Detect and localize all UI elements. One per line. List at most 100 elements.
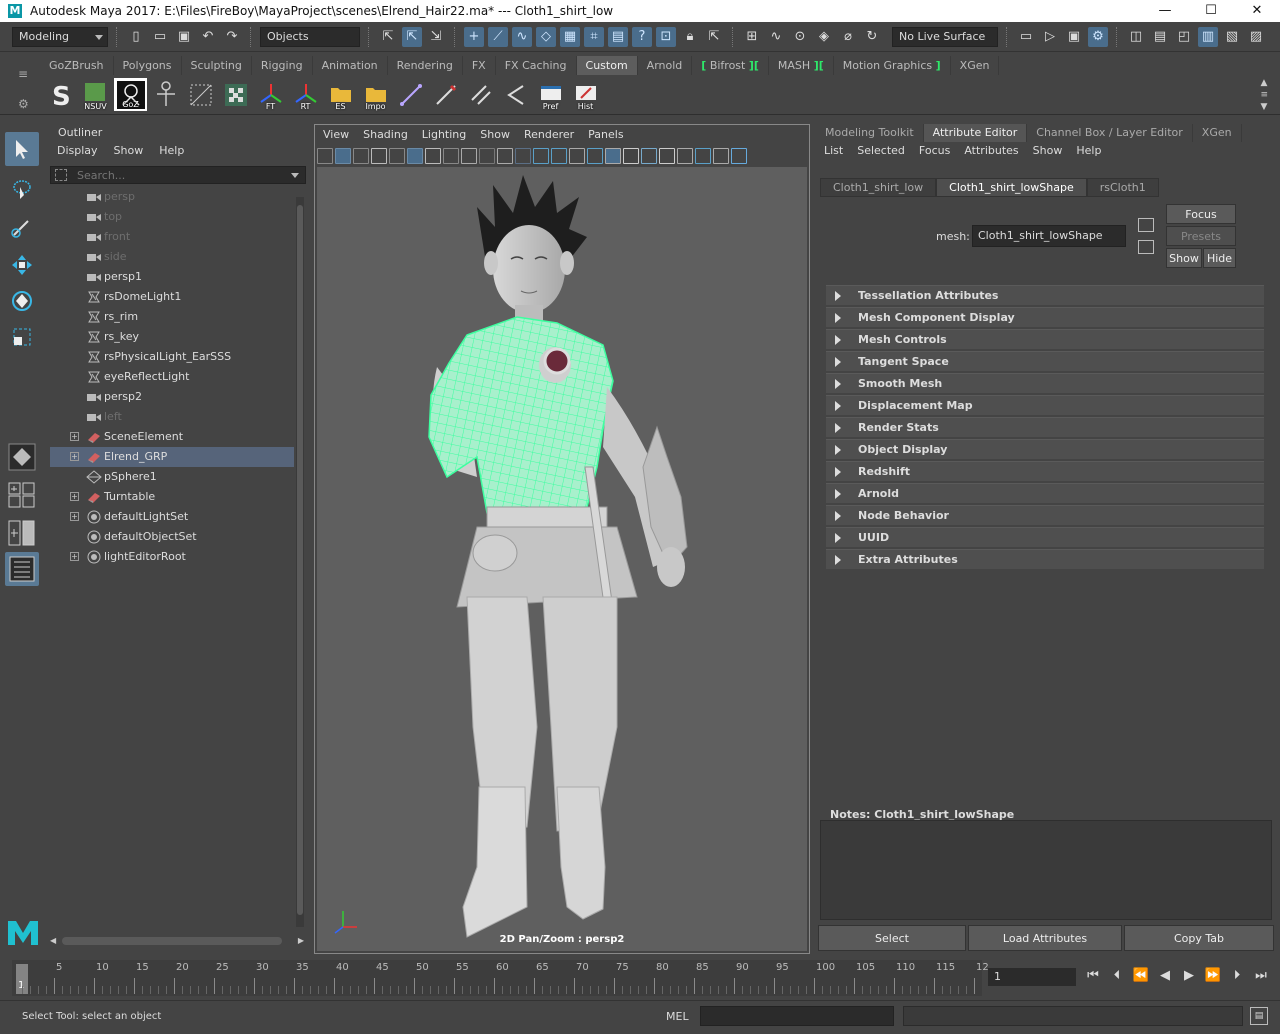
script-editor-icon[interactable]: ▤ [1250, 1007, 1268, 1025]
lock-selection-icon[interactable]: 🔒︎ [680, 27, 700, 47]
shelf-button-impo[interactable]: Impo [359, 78, 392, 111]
minimize-button[interactable]: — [1142, 0, 1188, 22]
load-attributes-button[interactable]: Load Attributes [968, 925, 1122, 951]
viewport-toolbar-icon[interactable] [659, 148, 675, 164]
ae-section[interactable]: Object Display [826, 439, 1264, 459]
shelf-button-s[interactable]: S [44, 78, 77, 111]
select-deform-icon[interactable]: ▦ [560, 26, 580, 47]
outliner-item[interactable]: rs_key [50, 327, 294, 347]
step-forward-icon[interactable]: ⏵ [1228, 966, 1246, 986]
snap-view-icon[interactable]: ◈ [814, 27, 834, 47]
ae-menu-attributes[interactable]: Attributes [964, 144, 1018, 157]
ae-menu-list[interactable]: List [824, 144, 843, 157]
shelf-tab-xgen[interactable]: XGen [951, 56, 1000, 75]
viewport-toolbar-icon[interactable] [623, 148, 639, 164]
ae-section[interactable]: UUID [826, 527, 1264, 547]
side-by-side-layout[interactable] [5, 516, 39, 550]
redo-icon[interactable]: ↷ [222, 27, 242, 47]
live-surface-dropdown[interactable]: No Live Surface [892, 26, 998, 47]
menuset-dropdown[interactable]: Modeling [12, 26, 108, 47]
play-forwards-icon[interactable]: ▶ [1180, 966, 1198, 986]
shelf-tab-fx-caching[interactable]: FX Caching [496, 56, 577, 75]
paint-select-tool[interactable] [5, 210, 39, 244]
filter-icon[interactable] [55, 169, 67, 181]
shelf-tab-arnold[interactable]: Arnold [638, 56, 693, 75]
step-back-icon[interactable]: ⏴ [1108, 966, 1126, 986]
highlight-selection-icon[interactable]: ⇱ [704, 27, 724, 47]
scroll-left-icon[interactable]: ◀ [50, 936, 56, 945]
select-surface-icon[interactable]: ◇ [536, 26, 556, 47]
ae-section[interactable]: Redshift [826, 461, 1264, 481]
shelf-tab-gozbrush[interactable]: GoZBrush [40, 56, 114, 75]
render-frame-icon[interactable]: ▷ [1040, 27, 1060, 47]
snap-point-icon[interactable]: ⊙ [790, 27, 810, 47]
viewport-toolbar-icon[interactable] [515, 148, 531, 164]
shelf-button-curve[interactable] [394, 78, 427, 111]
presets-button[interactable]: Presets [1166, 226, 1236, 246]
viewport-menu-shading[interactable]: Shading [363, 128, 408, 141]
mel-label[interactable]: MEL [666, 1010, 689, 1023]
tab-attribute-editor[interactable]: Attribute Editor [923, 124, 1028, 142]
ae-section[interactable]: Smooth Mesh [826, 373, 1264, 393]
viewport-toolbar-icon[interactable] [461, 148, 477, 164]
output-connections-icon[interactable] [1138, 240, 1154, 254]
ae-menu-show[interactable]: Show [1033, 144, 1063, 157]
shelf-menu-icon[interactable]: ≡ [18, 67, 28, 81]
viewport-toolbar-icon[interactable] [533, 148, 549, 164]
select-render-icon[interactable]: ▤ [608, 26, 628, 47]
snap-curve-icon[interactable]: ∿ [766, 27, 786, 47]
four-pane-layout[interactable] [5, 478, 39, 512]
notes-textarea[interactable] [820, 820, 1272, 920]
gear-icon[interactable]: ⚙ [18, 97, 29, 111]
lasso-tool[interactable] [5, 172, 39, 206]
selection-mask-dropdown[interactable]: Objects [260, 26, 360, 47]
outliner-item[interactable]: + SceneElement [50, 427, 294, 447]
shelf-button-es[interactable]: ES [324, 78, 357, 111]
tab-modeling-toolkit[interactable]: Modeling Toolkit [816, 124, 924, 142]
ae-section[interactable]: Render Stats [826, 417, 1264, 437]
outliner-item[interactable]: persp [50, 187, 294, 207]
ae-section[interactable]: Displacement Map [826, 395, 1264, 415]
viewport-toolbar-icon[interactable] [371, 148, 387, 164]
viewport-toolbar-icon[interactable] [587, 148, 603, 164]
outliner-item[interactable]: + defaultLightSet [50, 507, 294, 527]
viewport-toolbar-icon[interactable] [497, 148, 513, 164]
outliner-layout[interactable] [5, 552, 39, 586]
node-tab-shape[interactable]: Cloth1_shirt_lowShape [936, 178, 1087, 196]
shelf-tab-fx[interactable]: FX [463, 56, 496, 75]
rotate-tool[interactable] [5, 284, 39, 318]
outliner-item[interactable]: front [50, 227, 294, 247]
ae-section[interactable]: Tessellation Attributes [826, 285, 1264, 305]
ae-section[interactable]: Mesh Controls [826, 329, 1264, 349]
viewport-toolbar-icon[interactable] [731, 148, 747, 164]
scrollbar-thumb[interactable] [62, 937, 282, 945]
outliner-item[interactable]: eyeReflectLight [50, 367, 294, 387]
shelf-button-goz[interactable]: GoZ [114, 78, 147, 111]
hide-button[interactable]: Hide [1203, 248, 1236, 268]
snap-rotate-icon[interactable]: ↻ [862, 27, 882, 47]
ae-menu-help[interactable]: Help [1076, 144, 1101, 157]
outliner-item[interactable]: pSphere1 [50, 467, 294, 487]
viewport-toolbar-icon[interactable] [443, 148, 459, 164]
outliner-horizontal-scrollbar[interactable]: ◀ ▶ [50, 934, 304, 948]
expand-icon[interactable]: + [70, 512, 79, 521]
viewport-menu-lighting[interactable]: Lighting [422, 128, 466, 141]
shelf-button-ft[interactable]: FT [254, 78, 287, 111]
tab-channel-box[interactable]: Channel Box / Layer Editor [1027, 124, 1193, 142]
shelf-button-arrow-left[interactable] [499, 78, 532, 111]
expand-icon[interactable]: + [70, 432, 79, 441]
maximize-button[interactable]: ☐ [1188, 0, 1234, 22]
scale-tool[interactable] [5, 320, 39, 354]
modeling-toolkit-icon[interactable]: ◰ [1174, 27, 1194, 47]
viewport-toolbar-icon[interactable] [677, 148, 693, 164]
viewport-toolbar-icon[interactable] [479, 148, 495, 164]
mel-input[interactable] [700, 1006, 894, 1026]
shelf-button-nsuv[interactable]: NSUV [79, 78, 112, 111]
ae-section[interactable]: Extra Attributes [826, 549, 1264, 569]
select-button[interactable]: Select [818, 925, 966, 951]
outliner-item[interactable]: top [50, 207, 294, 227]
outliner-item[interactable]: persp1 [50, 267, 294, 287]
viewport-toolbar-icon[interactable] [695, 148, 711, 164]
scroll-right-icon[interactable]: ▶ [298, 936, 304, 945]
outliner-vertical-scrollbar[interactable] [296, 197, 304, 927]
